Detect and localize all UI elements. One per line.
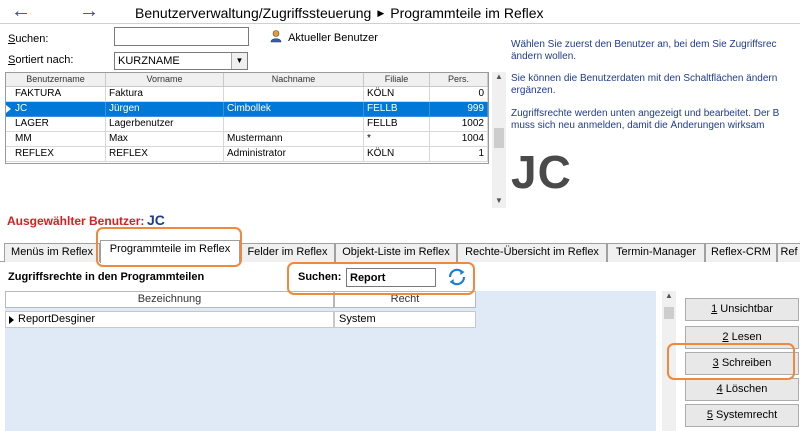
info-text-6: muss sich neu anmelden, damit die Änderu… xyxy=(511,120,765,131)
back-arrow-icon[interactable]: ← xyxy=(8,1,34,21)
rights-grid-scrollbar[interactable]: ▲ xyxy=(662,291,676,431)
info-text-1: Wählen Sie zuerst den Benutzer an, bei d… xyxy=(511,39,777,50)
info-text-5: Zugriffsrechte werden unten angezeigt un… xyxy=(511,108,780,119)
loeschen-button[interactable]: 4 Löschen xyxy=(685,378,799,401)
cell-branch: FELLB xyxy=(364,117,430,132)
cell-recht[interactable]: System xyxy=(334,311,476,328)
cell-branch: KÖLN xyxy=(364,87,430,102)
lesen-button[interactable]: 2 Lesen xyxy=(685,326,799,349)
cell-branch: * xyxy=(364,132,430,147)
cell-firstname: Max xyxy=(106,132,224,147)
schreiben-button[interactable]: 3 Schreiben xyxy=(685,352,799,375)
column-header-lastname[interactable]: Nachname xyxy=(224,73,364,87)
selected-user-value: JC xyxy=(147,212,165,228)
info-text-3: Sie können die Benutzerdaten mit den Sch… xyxy=(511,73,778,84)
rights-grid[interactable]: Bezeichnung Recht ReportDesginer System xyxy=(5,291,656,431)
table-row[interactable]: FAKTURA Faktura KÖLN 0 xyxy=(6,87,488,102)
cell-username: MM xyxy=(6,132,106,147)
tab-objekt-liste[interactable]: Objekt-Liste im Reflex xyxy=(335,243,457,262)
column-header-firstname[interactable]: Vorname xyxy=(106,73,224,87)
sort-select[interactable]: KURZNAME ▼ xyxy=(114,52,248,70)
tab-menues[interactable]: Menüs im Reflex xyxy=(4,243,100,262)
cell-firstname: Jürgen xyxy=(106,102,224,117)
column-header-pers[interactable]: Pers. xyxy=(430,73,488,87)
cell-branch: FELLB xyxy=(364,102,430,117)
cell-pers: 1 xyxy=(430,147,488,162)
scroll-thumb[interactable] xyxy=(664,307,674,319)
cell-lastname: Cimbollek xyxy=(224,102,364,117)
rights-search-label: Suchen: xyxy=(298,271,342,283)
unsichtbar-button[interactable]: 1 Unsichtbar xyxy=(685,298,799,321)
column-header-bezeichnung[interactable]: Bezeichnung xyxy=(5,291,334,308)
info-text-4: ergänzen. xyxy=(511,85,556,96)
table-row[interactable]: LAGER Lagerbenutzer FELLB 1002 xyxy=(6,117,488,132)
tab-felder[interactable]: Felder im Reflex xyxy=(240,243,335,262)
cell-lastname xyxy=(224,117,364,132)
cell-pers: 999 xyxy=(430,102,488,117)
user-grid[interactable]: Benutzername Vorname Nachname Filiale Pe… xyxy=(5,72,489,164)
cell-pers: 1002 xyxy=(430,117,488,132)
cell-bezeichnung[interactable]: ReportDesginer xyxy=(5,311,334,328)
tab-reflex-crm[interactable]: Reflex-CRM xyxy=(705,243,777,262)
cell-username: JC xyxy=(6,102,106,117)
cell-firstname: Faktura xyxy=(106,87,224,102)
breadcrumb-current: Programmteile im Reflex xyxy=(390,5,544,21)
cell-pers: 0 xyxy=(430,87,488,102)
rights-search-input[interactable] xyxy=(346,268,436,287)
cell-pers: 1004 xyxy=(430,132,488,147)
cell-username: LAGER xyxy=(6,117,106,132)
scroll-down-icon[interactable]: ▼ xyxy=(492,196,506,208)
rights-title: Zugriffsrechte in den Programmteilen xyxy=(8,271,205,283)
breadcrumb-parent[interactable]: Benutzerverwaltung/Zugriffssteuerung xyxy=(135,5,371,21)
column-header-recht[interactable]: Recht xyxy=(334,291,476,308)
column-header-username[interactable]: Benutzername xyxy=(6,73,106,87)
cell-lastname: Mustermann xyxy=(224,132,364,147)
user-grid-scrollbar[interactable]: ▲ ▼ xyxy=(492,72,506,208)
refresh-icon[interactable] xyxy=(446,266,468,288)
user-search-input[interactable] xyxy=(114,27,249,46)
selected-user-label: Ausgewählter Benutzer: xyxy=(7,214,145,228)
row-pointer-icon xyxy=(9,316,14,324)
chevron-down-icon[interactable]: ▼ xyxy=(231,53,247,69)
cell-lastname xyxy=(224,87,364,102)
breadcrumb: Benutzerverwaltung/Zugriffssteuerung ▶ Pro… xyxy=(135,5,544,21)
breadcrumb-separator-icon: ▶ xyxy=(377,8,385,18)
cell-username: FAKTURA xyxy=(6,87,106,102)
scroll-up-icon[interactable]: ▲ xyxy=(492,72,506,84)
table-row[interactable]: MM Max Mustermann * 1004 xyxy=(6,132,488,147)
user-icon xyxy=(270,30,282,43)
tab-more[interactable]: Ref xyxy=(777,243,800,262)
sort-label: Sortiert nach: xyxy=(8,54,74,66)
info-text-2: ändern wollen. xyxy=(511,51,577,62)
current-user-label: Aktueller Benutzer xyxy=(288,32,378,44)
tab-bar: Menüs im Reflex Programmteile im Reflex … xyxy=(0,240,800,263)
scroll-thumb[interactable] xyxy=(494,128,504,148)
tab-programmteile[interactable]: Programmteile im Reflex xyxy=(100,240,240,263)
tab-rechte-uebersicht[interactable]: Rechte-Übersicht im Reflex xyxy=(457,243,607,262)
cell-firstname: Lagerbenutzer xyxy=(106,117,224,132)
column-header-branch[interactable]: Filiale xyxy=(364,73,430,87)
systemrecht-button[interactable]: 5 Systemrecht xyxy=(685,404,799,427)
sort-select-value: KURZNAME xyxy=(118,55,180,67)
cell-firstname: REFLEX xyxy=(106,147,224,162)
search-label: Suchen: xyxy=(8,33,49,45)
table-row[interactable]: REFLEX REFLEX Administrator KÖLN 1 xyxy=(6,147,488,162)
cell-branch: KÖLN xyxy=(364,147,430,162)
row-pointer-icon xyxy=(6,105,11,113)
tab-termin-manager[interactable]: Termin-Manager xyxy=(607,243,705,262)
forward-arrow-icon[interactable]: → xyxy=(76,1,102,21)
cell-lastname: Administrator xyxy=(224,147,364,162)
current-user-button[interactable]: Aktueller Benutzer xyxy=(270,30,378,44)
cell-username: REFLEX xyxy=(6,147,106,162)
selected-user-initials: JC xyxy=(511,146,572,198)
table-row-selected[interactable]: JC Jürgen Cimbollek FELLB 999 xyxy=(6,102,488,117)
scroll-up-icon[interactable]: ▲ xyxy=(662,291,676,303)
